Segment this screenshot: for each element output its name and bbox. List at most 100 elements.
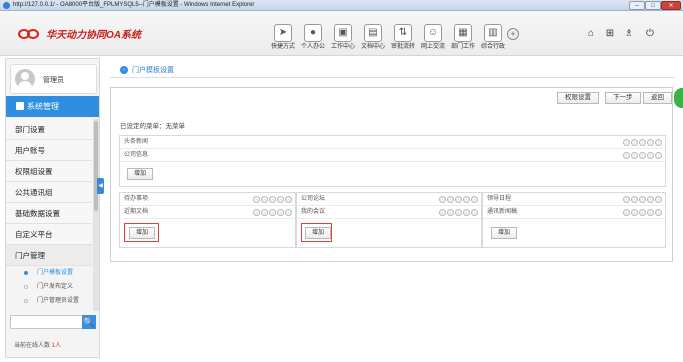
move-right-icon[interactable]: ·	[463, 196, 470, 203]
back-button[interactable]: 返回	[643, 92, 672, 104]
move-up-icon[interactable]: ·	[623, 139, 630, 146]
section-system-management[interactable]: 系统管理	[6, 96, 99, 117]
sidebar-item-basic-data[interactable]: 基础数据设置	[6, 203, 92, 224]
move-down-icon[interactable]: ·	[631, 209, 638, 216]
scrollbar-thumb[interactable]	[94, 121, 98, 211]
active-dot-icon	[24, 271, 28, 275]
permission-settings-button[interactable]: 权限设置	[557, 92, 599, 104]
chevron-right-icon: ›	[120, 66, 128, 74]
move-left-icon[interactable]: ·	[455, 209, 462, 216]
toolbar-approval[interactable]: ⇅ 审批流转	[388, 24, 418, 51]
sidebar-item-portal-management[interactable]: 门户管理	[6, 245, 92, 266]
sidebar-item-department[interactable]: 部门设置	[6, 119, 92, 140]
move-left-icon[interactable]: ·	[269, 196, 276, 203]
grid-icon[interactable]: ⊞	[604, 28, 616, 40]
page-title: 门户模板设置	[132, 67, 174, 74]
move-left-icon[interactable]: ·	[639, 152, 646, 159]
move-left-icon[interactable]: ·	[639, 209, 646, 216]
move-down-icon[interactable]: ·	[631, 196, 638, 203]
move-up-icon[interactable]: ·	[623, 209, 630, 216]
flow-icon: ⇅	[394, 24, 412, 42]
move-right-icon[interactable]: ·	[647, 209, 654, 216]
move-down-icon[interactable]: ·	[447, 209, 454, 216]
row-label: 近期文档	[124, 209, 149, 215]
home-icon[interactable]: ⌂	[585, 28, 597, 40]
move-down-icon[interactable]: ·	[631, 152, 638, 159]
next-step-button[interactable]: 下一步	[605, 92, 641, 104]
add-button[interactable]: 增加	[305, 227, 332, 239]
add-button[interactable]: 增加	[127, 168, 154, 180]
add-shortcut-icon[interactable]: +	[507, 28, 519, 40]
logo-mark-icon	[18, 28, 42, 39]
toolbar-docs[interactable]: ▤ 文档中心	[358, 24, 388, 51]
portal-row: 领导日程 · · · · ·	[483, 193, 665, 206]
portal-panel-middle: 公司论坛 · · · · · 我的会议 · · · · · 增加	[296, 192, 482, 248]
move-right-icon[interactable]: ·	[277, 196, 284, 203]
portal-row: 头条新闻 · · · · ·	[120, 136, 665, 149]
move-right-icon[interactable]: ·	[647, 196, 654, 203]
move-up-icon[interactable]: ·	[623, 152, 630, 159]
row-label: 待办事项	[124, 196, 149, 202]
sidebar-scrollbar[interactable]	[93, 119, 99, 311]
move-up-icon[interactable]: ·	[253, 196, 260, 203]
move-up-icon[interactable]: ·	[623, 196, 630, 203]
move-right-icon[interactable]: ·	[647, 139, 654, 146]
dot-icon	[24, 299, 28, 303]
move-up-icon[interactable]: ·	[439, 196, 446, 203]
move-down-icon[interactable]: ·	[261, 209, 268, 216]
row-controls: · · · · ·	[253, 196, 292, 203]
power-icon[interactable]: ⏻	[644, 28, 656, 40]
move-down-icon[interactable]: ·	[631, 139, 638, 146]
sidebar-subitem-portal-admin[interactable]: 门户管理员设置	[6, 294, 92, 308]
delete-icon[interactable]: ·	[655, 196, 662, 203]
move-left-icon[interactable]: ·	[455, 196, 462, 203]
delete-icon[interactable]: ·	[655, 209, 662, 216]
portal-panel-right: 领导日程 · · · · · 通讯新闻稿 · · · · · 增加	[482, 192, 666, 248]
shirt-icon[interactable]: ♗	[623, 28, 635, 40]
toolbar-work[interactable]: ▣ 工作中心	[328, 24, 358, 51]
move-up-icon[interactable]: ·	[253, 209, 260, 216]
sidebar-item-public-contacts[interactable]: 公共通讯组	[6, 182, 92, 203]
toolbar-label: 个人办公	[300, 44, 325, 50]
delete-icon[interactable]: ·	[471, 196, 478, 203]
minimize-button[interactable]: –	[629, 1, 645, 10]
sidebar: 管理员 系统管理 部门设置 用户账号 权限组设置 公共通讯组 基础数据设置 自定…	[5, 58, 100, 358]
toolbar-quick[interactable]: ➤ 快捷方式	[268, 24, 298, 51]
collapse-sidebar-icon[interactable]: ◀	[97, 178, 104, 194]
user-card[interactable]: 管理员	[10, 64, 97, 94]
delete-icon[interactable]: ·	[471, 209, 478, 216]
sidebar-item-custom-platform[interactable]: 自定义平台	[6, 224, 92, 245]
logo-text: 华天动力协同OA系统	[46, 30, 141, 41]
maximize-button[interactable]: □	[645, 1, 661, 10]
toolbar-personal[interactable]: ● 个人办公	[298, 24, 328, 51]
sidebar-subitem-portal-template[interactable]: 门户模板设置	[6, 266, 92, 280]
toolbar-department[interactable]: ▦ 部门工作	[448, 24, 478, 51]
delete-icon[interactable]: ·	[285, 209, 292, 216]
delete-icon[interactable]: ·	[655, 139, 662, 146]
row-label: 我的会议	[301, 209, 326, 215]
sidebar-item-user-account[interactable]: 用户账号	[6, 140, 92, 161]
sidebar-search-input[interactable]: 🔍	[10, 315, 96, 329]
move-left-icon[interactable]: ·	[269, 209, 276, 216]
move-right-icon[interactable]: ·	[463, 209, 470, 216]
move-left-icon[interactable]: ·	[639, 196, 646, 203]
toolbar-chat[interactable]: ☺ 网上交流	[418, 24, 448, 51]
sidebar-subitem-portal-publish[interactable]: 门户发布定义	[6, 280, 92, 294]
toolbar-admin[interactable]: ▥ 综合行政	[478, 24, 508, 51]
move-right-icon[interactable]: ·	[647, 152, 654, 159]
add-button[interactable]: 增加	[129, 227, 156, 239]
online-count[interactable]: 1人	[52, 343, 61, 349]
row-label: 领导日程	[487, 196, 512, 202]
move-right-icon[interactable]: ·	[277, 209, 284, 216]
sidebar-item-permission-group[interactable]: 权限组设置	[6, 161, 92, 182]
move-down-icon[interactable]: ·	[447, 196, 454, 203]
close-button[interactable]: ✕	[661, 1, 681, 10]
floating-tab[interactable]	[674, 88, 683, 108]
delete-icon[interactable]: ·	[655, 152, 662, 159]
move-left-icon[interactable]: ·	[639, 139, 646, 146]
delete-icon[interactable]: ·	[285, 196, 292, 203]
move-up-icon[interactable]: ·	[439, 209, 446, 216]
move-down-icon[interactable]: ·	[261, 196, 268, 203]
add-button[interactable]: 增加	[491, 227, 518, 239]
search-icon[interactable]: 🔍	[82, 315, 96, 329]
